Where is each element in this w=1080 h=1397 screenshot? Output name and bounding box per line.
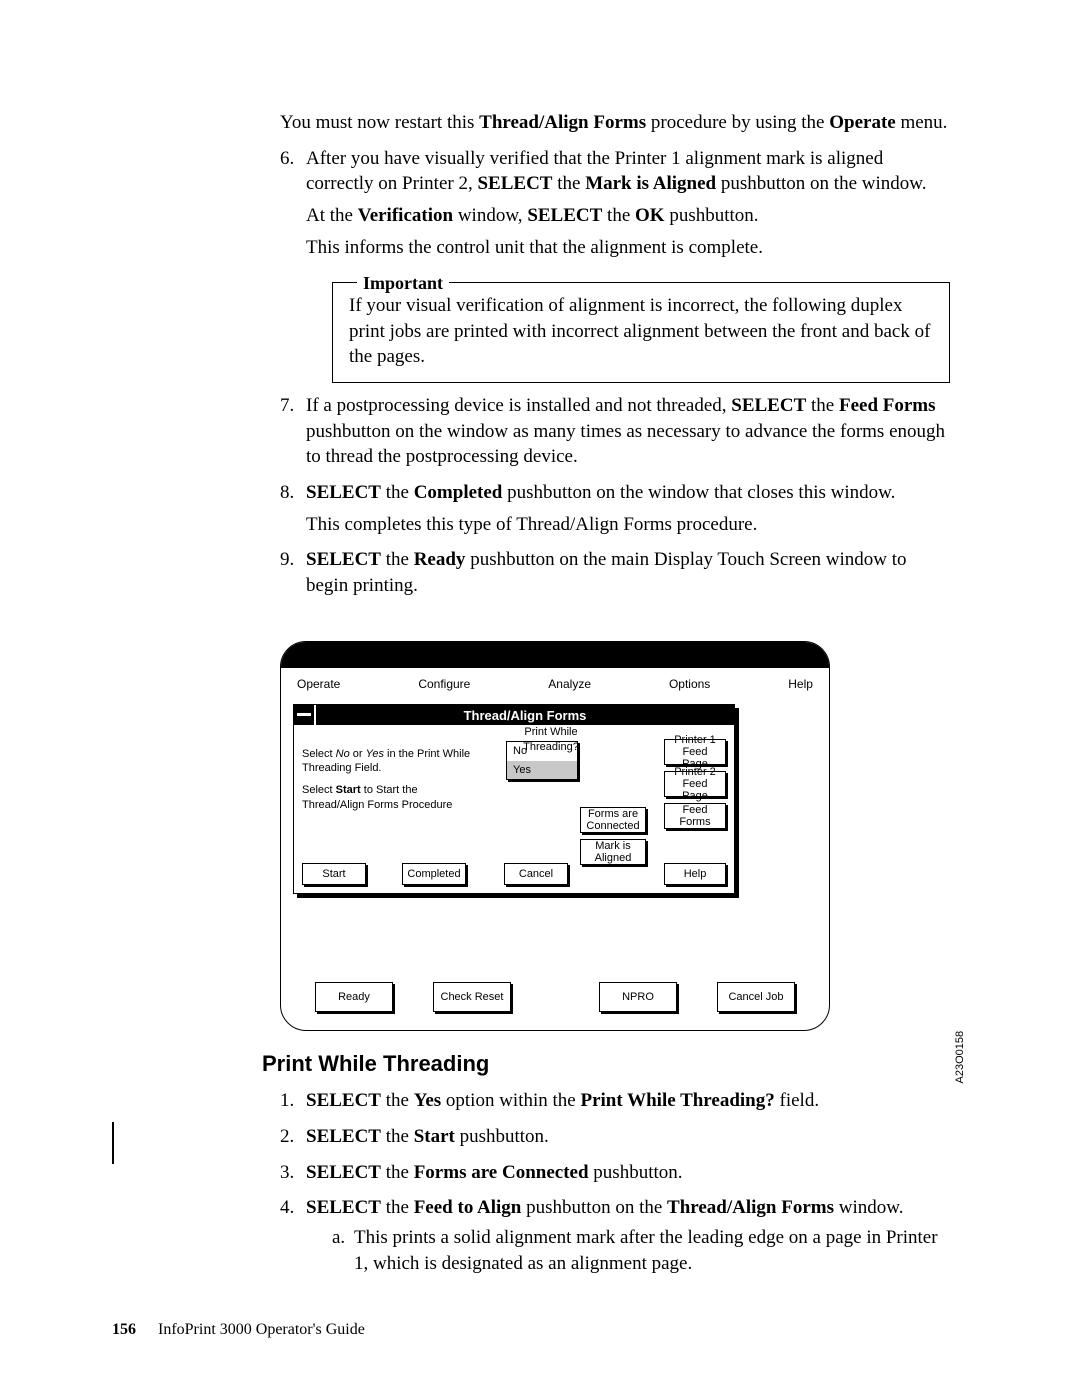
touch-screen-figure: Operate Configure Analyze Options Help T… [280,641,950,1031]
ready-button[interactable]: Ready [315,982,393,1012]
intro-para: You must now restart this Thread/Align F… [280,110,950,136]
thread-align-window: Thread/Align Forms Print While Threading… [293,704,735,894]
page-number: 156 [112,1321,136,1338]
help-button[interactable]: Help [664,863,726,885]
print-while-threading-listbox[interactable]: No Yes [506,741,578,781]
completed-button[interactable]: Completed [402,863,466,885]
menu-configure[interactable]: Configure [418,676,470,692]
menu-analyze[interactable]: Analyze [548,676,591,692]
pwt-step-4a: a. This prints a solid alignment mark af… [332,1225,950,1276]
pwt-step-3: 3. SELECT the Forms are Connected pushbu… [280,1160,950,1186]
menu-operate[interactable]: Operate [297,676,340,692]
feed-forms-button[interactable]: Feed Forms [664,803,726,829]
printer1-feed-page-button[interactable]: Printer 1 Feed Page [664,739,726,765]
step-6: 6. After you have visually verified that… [280,146,950,383]
book-title: InfoPrint 3000 Operator's Guide [158,1321,365,1338]
option-no[interactable]: No [507,742,577,761]
change-bar [112,1122,114,1164]
figure-id: A23O0158 [953,1031,968,1084]
instructions: Select No or Yes in the Print While Thre… [302,747,482,812]
page-footer: 156 InfoPrint 3000 Operator's Guide [112,1319,365,1341]
window-title: Thread/Align Forms [316,705,734,725]
screen-topbar [281,642,829,668]
step-9: 9. SELECT the Ready pushbutton on the ma… [280,547,950,598]
pwt-step-4: 4. SELECT the Feed to Align pushbutton o… [280,1195,950,1276]
npro-button[interactable]: NPRO [599,982,677,1012]
start-button[interactable]: Start [302,863,366,885]
forms-are-connected-button[interactable]: Forms are Connected [580,807,646,833]
pwt-step-1: 1. SELECT the Yes option within the Prin… [280,1088,950,1114]
menu-help[interactable]: Help [788,676,813,692]
system-menu-icon[interactable] [294,705,316,725]
option-yes[interactable]: Yes [507,761,577,780]
cancel-button[interactable]: Cancel [504,863,568,885]
menubar: Operate Configure Analyze Options Help [281,668,829,704]
menu-options[interactable]: Options [669,676,710,692]
step-8: 8. SELECT the Completed pushbutton on th… [280,480,950,537]
check-reset-button[interactable]: Check Reset [433,982,511,1012]
cancel-job-button[interactable]: Cancel Job [717,982,795,1012]
pwt-step-2: 2. SELECT the Start pushbutton. [280,1124,950,1150]
mark-is-aligned-button[interactable]: Mark is Aligned [580,839,646,865]
section-heading: Print While Threading [262,1049,950,1079]
step-7: 7. If a postprocessing device is install… [280,393,950,470]
printer2-feed-page-button[interactable]: Printer 2 Feed Page [664,771,726,797]
important-note: Important If your visual verification of… [332,282,950,383]
